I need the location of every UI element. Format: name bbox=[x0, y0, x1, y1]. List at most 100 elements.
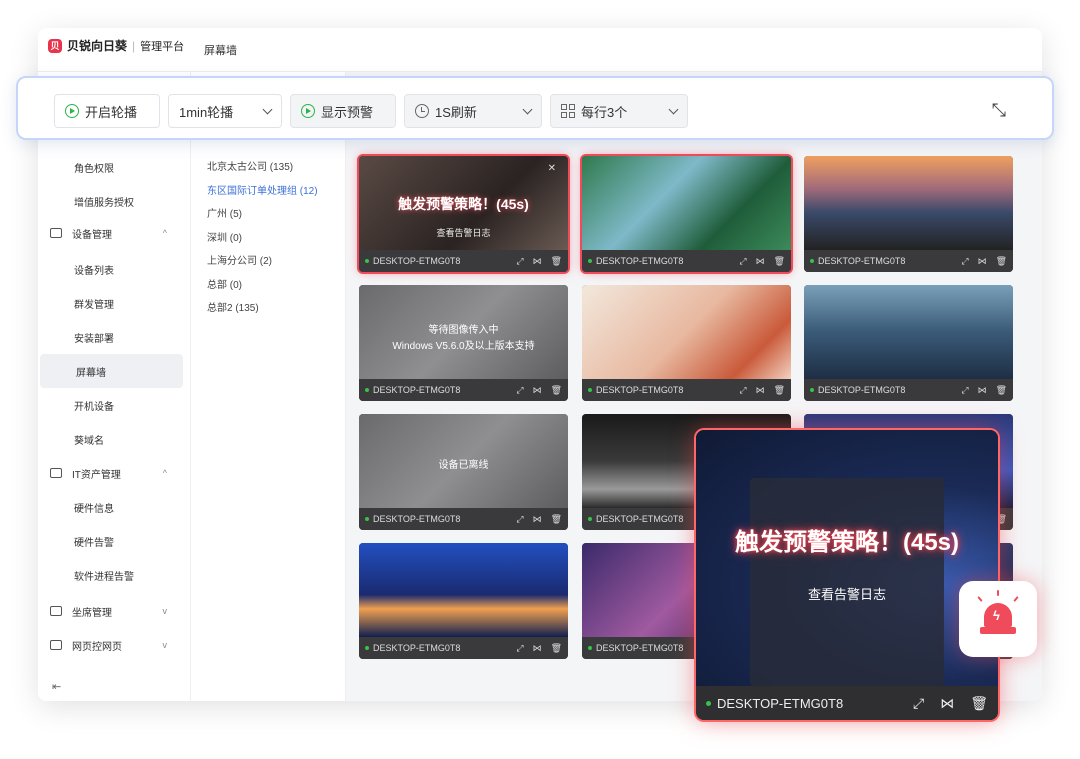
sidebar-item-label: 群发管理 bbox=[74, 299, 114, 311]
start-carousel-button[interactable]: 开启轮播 bbox=[54, 94, 160, 128]
remote-control-icon[interactable]: ⋈ bbox=[940, 695, 954, 712]
siren-ray bbox=[997, 590, 999, 596]
sidebar-item[interactable]: 硬件信息 bbox=[38, 490, 181, 524]
sidebar-item[interactable]: 开机设备 bbox=[38, 388, 181, 422]
card-actions: ⤢ ⋈ 🗑 bbox=[739, 256, 785, 267]
screen-card[interactable]: DESKTOP-ETMG0T8 ⤢ ⋈ 🗑 bbox=[582, 285, 791, 401]
expand-icon[interactable]: ⤢ bbox=[516, 256, 523, 267]
delete-icon[interactable]: 🗑 bbox=[551, 643, 562, 654]
card-actions: ⤢ ⋈ 🗑 bbox=[516, 643, 562, 654]
device-name: DESKTOP-ETMG0T8 bbox=[818, 385, 906, 395]
screen-thumbnail bbox=[804, 285, 1013, 379]
sidebar-item[interactable]: IT资产管理 ^ bbox=[38, 456, 181, 490]
close-icon[interactable]: ✕ bbox=[548, 163, 556, 174]
delete-icon[interactable]: 🗑 bbox=[551, 514, 562, 525]
alert-log-link[interactable]: 查看告警日志 bbox=[359, 226, 568, 239]
screen-thumbnail: 等待图像传入中 Windows V5.6.0及以上版本支持 bbox=[359, 285, 568, 379]
screen-card[interactable]: 触发预警策略！(45s) 查看告警日志 ✕ DESKTOP-ETMG0T8 ⤢ ⋈ 🗑 bbox=[359, 156, 568, 272]
grid-layout-icon bbox=[561, 104, 575, 118]
show-alert-button[interactable]: 显示预警 bbox=[290, 94, 396, 128]
chevron-down-icon bbox=[522, 104, 533, 114]
expand-icon[interactable]: ⤢ bbox=[516, 643, 523, 654]
sidebar-item-label: 开机设备 bbox=[74, 401, 114, 413]
remote-control-icon[interactable]: ⋈ bbox=[533, 514, 542, 525]
device-name: DESKTOP-ETMG0T8 bbox=[596, 514, 684, 524]
delete-icon[interactable]: 🗑 bbox=[970, 695, 988, 712]
expand-icon[interactable]: ⤢ bbox=[516, 514, 523, 525]
per-row-select[interactable]: 每行3个 bbox=[550, 94, 688, 128]
remote-control-icon[interactable]: ⋈ bbox=[756, 256, 765, 267]
popup-alert-log-link[interactable]: 查看告警日志 bbox=[696, 584, 998, 603]
sidebar-item[interactable]: 设备列表 bbox=[38, 252, 181, 286]
delete-icon[interactable]: 🗑 bbox=[551, 256, 562, 267]
popup-device-name: DESKTOP-ETMG0T8 bbox=[717, 695, 844, 711]
screen-card[interactable]: DESKTOP-ETMG0T8 ⤢ ⋈ 🗑 bbox=[582, 156, 791, 272]
tree-group-item[interactable]: 东区国际订单处理组 (12) bbox=[207, 182, 318, 197]
screen-card[interactable]: 设备已离线 DESKTOP-ETMG0T8 ⤢ ⋈ 🗑 bbox=[359, 414, 568, 530]
sidebar-item[interactable]: 群发管理 bbox=[38, 286, 181, 320]
screen-card[interactable]: DESKTOP-ETMG0T8 ⤢ ⋈ 🗑 bbox=[359, 543, 568, 659]
sidebar-item[interactable]: 坐席管理 v bbox=[38, 594, 181, 628]
remote-control-icon[interactable]: ⋈ bbox=[756, 385, 765, 396]
exit-fullscreen-icon[interactable]: ⤡ bbox=[992, 100, 1006, 121]
tree-group-item[interactable]: 广州 (5) bbox=[207, 205, 242, 220]
sidebar-item[interactable]: 安装部署 bbox=[38, 320, 181, 354]
group-icon bbox=[50, 468, 62, 478]
device-name: DESKTOP-ETMG0T8 bbox=[373, 385, 461, 395]
delete-icon[interactable]: 🗑 bbox=[996, 385, 1007, 396]
screen-wall-toolbar: 开启轮播 1min轮播 显示预警 1S刷新 每行3个 ⤡ bbox=[16, 76, 1054, 140]
screen-thumbnail bbox=[582, 285, 791, 379]
sidebar-item[interactable]: 设备管理 ^ bbox=[38, 216, 181, 250]
delete-icon[interactable]: 🗑 bbox=[774, 256, 785, 267]
delete-icon[interactable]: 🗑 bbox=[774, 385, 785, 396]
expand-icon[interactable]: ⤢ bbox=[961, 256, 968, 267]
group-icon bbox=[50, 640, 62, 650]
device-bar: DESKTOP-ETMG0T8 ⤢ ⋈ 🗑 bbox=[359, 250, 568, 272]
sidebar-item[interactable]: 硬件告警 bbox=[38, 524, 181, 558]
refresh-rate-select[interactable]: 1S刷新 bbox=[404, 94, 542, 128]
delete-icon[interactable]: 🗑 bbox=[996, 256, 1007, 267]
remote-control-icon[interactable]: ⋈ bbox=[533, 256, 542, 267]
expand-icon[interactable]: ⤢ bbox=[961, 385, 968, 396]
siren-ray bbox=[1013, 596, 1019, 602]
screen-card[interactable]: 等待图像传入中 Windows V5.6.0及以上版本支持 DESKTOP-ETMG… bbox=[359, 285, 568, 401]
group-icon bbox=[50, 606, 62, 616]
screen-card[interactable]: DESKTOP-ETMG0T8 ⤢ ⋈ 🗑 bbox=[804, 156, 1013, 272]
sidebar-item[interactable]: 屏幕墙 bbox=[40, 354, 183, 388]
online-status-icon bbox=[810, 388, 814, 392]
expand-icon[interactable]: ⤢ bbox=[516, 385, 523, 396]
chevron-up-icon: ^ bbox=[162, 228, 167, 238]
collapse-sidebar-icon[interactable]: ⇤ bbox=[52, 680, 61, 693]
online-status-icon bbox=[365, 388, 369, 392]
refresh-rate-value: 1S刷新 bbox=[435, 104, 477, 120]
tree-group-item[interactable]: 北京太古公司 (135) bbox=[207, 158, 293, 173]
expand-icon[interactable]: ⤢ bbox=[739, 256, 746, 267]
carousel-interval-select[interactable]: 1min轮播 bbox=[168, 94, 282, 128]
online-status-icon bbox=[706, 700, 711, 706]
alert-preview-popup[interactable]: 触发预警策略！(45s) 查看告警日志 DESKTOP-ETMG0T8 ⤢ ⋈ … bbox=[696, 430, 998, 720]
screen-card[interactable]: DESKTOP-ETMG0T8 ⤢ ⋈ 🗑 bbox=[804, 285, 1013, 401]
remote-control-icon[interactable]: ⋈ bbox=[533, 385, 542, 396]
tree-group-item[interactable]: 总部 (0) bbox=[207, 276, 242, 291]
tree-group-item[interactable]: 总部2 (135) bbox=[207, 299, 259, 314]
delete-icon[interactable]: 🗑 bbox=[551, 385, 562, 396]
expand-icon[interactable]: ⤢ bbox=[739, 385, 746, 396]
clock-icon bbox=[415, 104, 429, 118]
sidebar-item[interactable]: 葵域名 bbox=[38, 422, 181, 456]
sidebar-item[interactable]: 网页控网页 v bbox=[38, 628, 181, 662]
expand-icon[interactable]: ⤢ bbox=[913, 695, 924, 712]
tree-group-item[interactable]: 上海分公司 (2) bbox=[207, 252, 272, 267]
sidebar-item[interactable]: 角色权限 bbox=[38, 150, 181, 184]
sidebar-item[interactable]: 软件进程告警 bbox=[38, 558, 181, 592]
sidebar-item-label: 坐席管理 bbox=[72, 607, 112, 619]
remote-control-icon[interactable]: ⋈ bbox=[533, 643, 542, 654]
sidebar-item-label: IT资产管理 bbox=[72, 469, 121, 481]
device-bar: DESKTOP-ETMG0T8 ⤢ ⋈ 🗑 bbox=[359, 508, 568, 530]
sidebar-item[interactable]: 增值服务授权 bbox=[38, 184, 181, 218]
remote-control-icon[interactable]: ⋈ bbox=[978, 385, 987, 396]
lightning-icon: ϟ bbox=[993, 608, 1000, 623]
tree-group-item[interactable]: 深圳 (0) bbox=[207, 229, 242, 244]
device-bar: DESKTOP-ETMG0T8 ⤢ ⋈ 🗑 bbox=[359, 637, 568, 659]
siren-alarm-icon[interactable]: ϟ bbox=[959, 581, 1037, 657]
remote-control-icon[interactable]: ⋈ bbox=[978, 256, 987, 267]
